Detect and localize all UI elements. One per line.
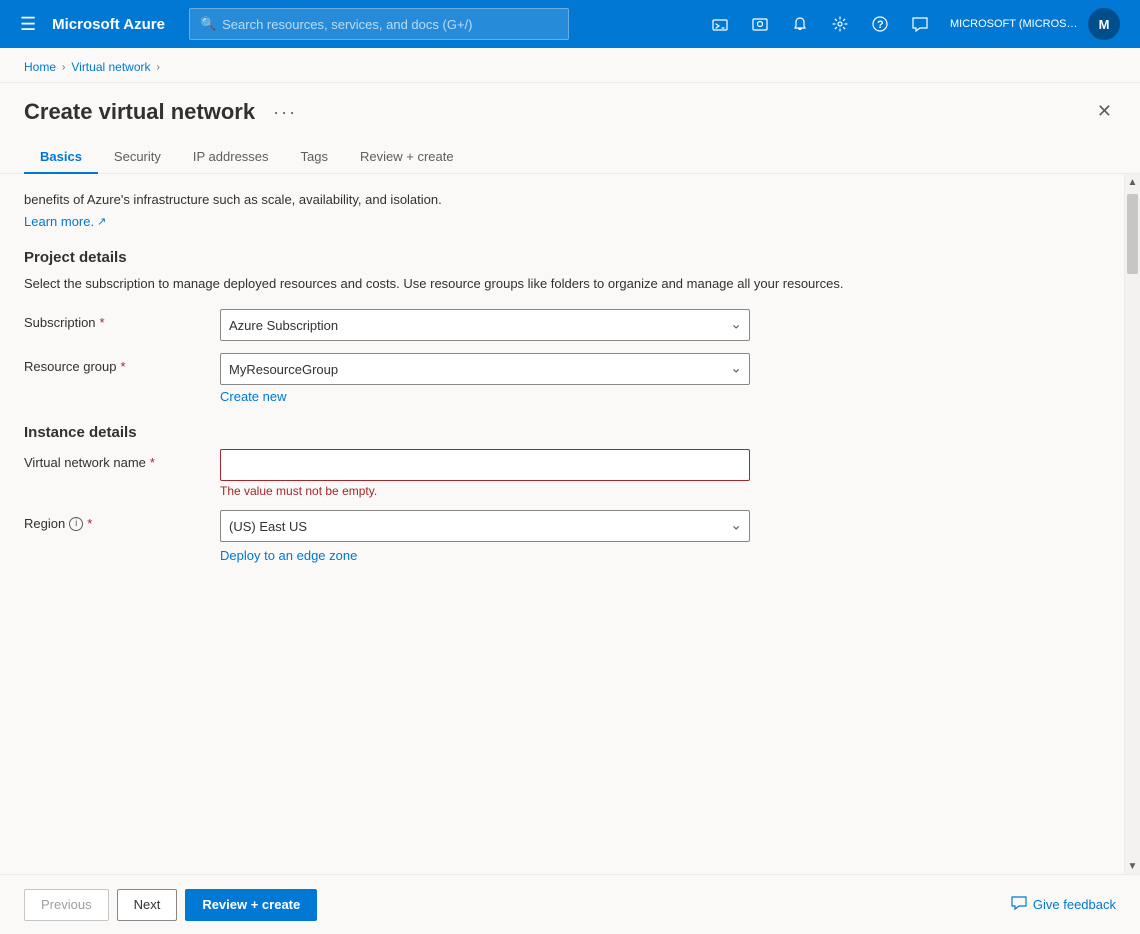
resource-group-select-wrapper: MyResourceGroup [220,353,750,385]
account-text: MICROSOFT (MICROSOFT.ONMI... [950,18,1080,30]
tab-tags[interactable]: Tags [285,141,344,174]
directory-icon[interactable] [742,6,778,42]
svg-text:?: ? [877,19,884,31]
region-info-icon[interactable]: i [69,517,83,531]
breadcrumb: Home › Virtual network › [0,48,1140,83]
close-icon[interactable]: ✕ [1093,99,1116,124]
virtual-network-name-label: Virtual network name * [24,449,204,470]
settings-icon[interactable] [822,6,858,42]
scroll-down-arrow[interactable]: ▼ [1125,858,1140,874]
review-create-button[interactable]: Review + create [185,889,317,921]
region-label: Region i * [24,510,204,531]
scrollable-content[interactable]: benefits of Azure's infrastructure such … [0,174,1124,874]
panel-header: Create virtual network ··· ✕ [0,83,1140,125]
virtual-network-name-control: The value must not be empty. [220,449,750,498]
subscription-select-wrapper: Azure Subscription [220,309,750,341]
feedback-icon [1011,895,1027,914]
content-area: benefits of Azure's infrastructure such … [0,174,1140,874]
project-details-desc: Select the subscription to manage deploy… [24,274,1100,294]
search-icon: 🔍 [200,16,216,32]
more-options-icon[interactable]: ··· [273,102,297,123]
feedback-label: Give feedback [1033,897,1116,912]
vnet-name-error: The value must not be empty. [220,484,750,498]
virtual-network-link[interactable]: Virtual network [71,60,150,74]
virtual-network-name-input[interactable] [220,449,750,481]
breadcrumb-sep-1: › [62,62,65,73]
region-control: (US) East US Deploy to an edge zone [220,510,750,563]
previous-button[interactable]: Previous [24,889,109,921]
scrollbar-thumb [1127,194,1138,274]
instance-details-title: Instance details [24,424,1100,441]
give-feedback-link[interactable]: Give feedback [1011,895,1116,914]
resource-group-row: Resource group * MyResourceGroup Create … [24,353,1100,404]
tab-ip-addresses[interactable]: IP addresses [177,141,285,174]
scroll-up-arrow[interactable]: ▲ [1125,174,1140,190]
resource-group-control: MyResourceGroup Create new [220,353,750,404]
virtual-network-name-row: Virtual network name * The value must no… [24,449,1100,498]
learn-more-label: Learn more. [24,214,94,229]
help-icon[interactable]: ? [862,6,898,42]
tab-basics[interactable]: Basics [24,141,98,174]
subscription-label: Subscription * [24,309,204,330]
brand-name: Microsoft Azure [52,16,165,33]
account-button[interactable]: MICROSOFT (MICROSOFT.ONMI... M [942,8,1128,40]
topnav-icons: ? MICROSOFT (MICROSOFT.ONMI... M [702,6,1128,42]
tab-security[interactable]: Security [98,141,177,174]
feedback-nav-icon[interactable] [902,6,938,42]
next-button[interactable]: Next [117,889,178,921]
notifications-icon[interactable] [782,6,818,42]
learn-more-link[interactable]: Learn more. ↗ [24,214,106,229]
resource-group-label: Resource group * [24,353,204,374]
subscription-control: Azure Subscription [220,309,750,341]
footer: Previous Next Review + create Give feedb… [0,874,1140,934]
external-link-icon: ↗ [97,215,106,228]
top-navigation: ☰ Microsoft Azure 🔍 Search resources, se… [0,0,1140,48]
main-panel: Create virtual network ··· ✕ Basics Secu… [0,83,1140,874]
project-details-title: Project details [24,249,1100,266]
tabs-bar: Basics Security IP addresses Tags Review… [0,129,1140,174]
subscription-row: Subscription * Azure Subscription [24,309,1100,341]
search-placeholder: Search resources, services, and docs (G+… [222,17,472,32]
breadcrumb-sep-2: › [157,62,160,73]
region-select-wrapper: (US) East US [220,510,750,542]
home-link[interactable]: Home [24,60,56,74]
search-bar[interactable]: 🔍 Search resources, services, and docs (… [189,8,569,40]
edge-zone-link[interactable]: Deploy to an edge zone [220,548,357,563]
subscription-select[interactable]: Azure Subscription [220,309,750,341]
create-new-link[interactable]: Create new [220,389,286,404]
tab-review-create[interactable]: Review + create [344,141,470,174]
resource-group-select[interactable]: MyResourceGroup [220,353,750,385]
hamburger-icon[interactable]: ☰ [12,10,44,39]
page-title: Create virtual network [24,99,255,125]
region-row: Region i * (US) East US Deploy to an edg… [24,510,1100,563]
region-select[interactable]: (US) East US [220,510,750,542]
region-required: * [87,516,92,531]
avatar: M [1088,8,1120,40]
panel-header-left: Create virtual network ··· [24,99,297,125]
cloud-shell-icon[interactable] [702,6,738,42]
vnet-name-required: * [150,455,155,470]
resource-group-required: * [121,359,126,374]
panel-header-right: ✕ [1093,99,1116,124]
scroll-arrows: ▲ ▼ [1124,174,1140,874]
intro-text: benefits of Azure's infrastructure such … [24,190,1100,210]
subscription-required: * [100,315,105,330]
